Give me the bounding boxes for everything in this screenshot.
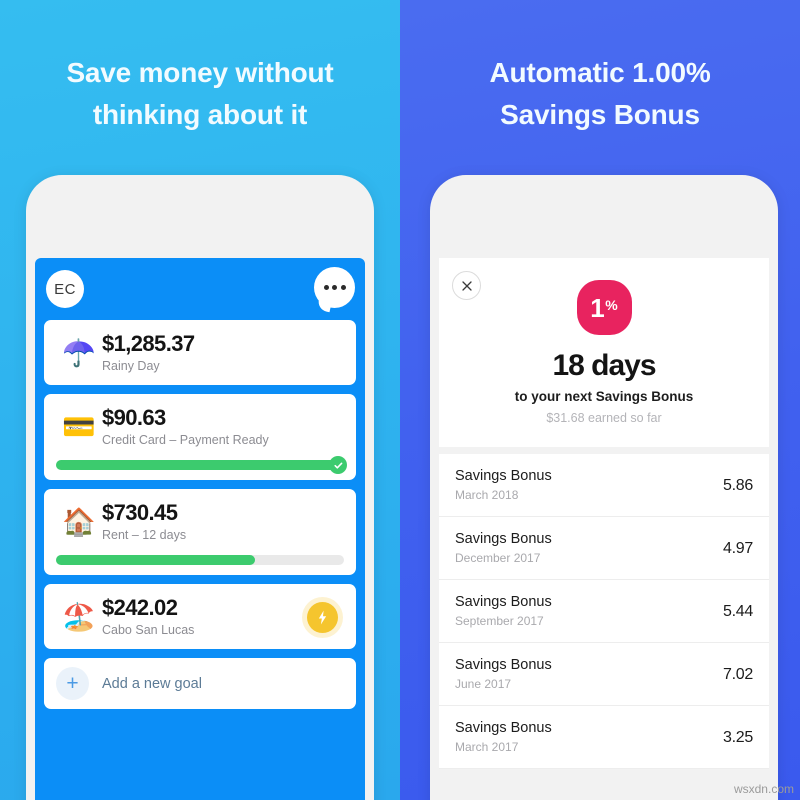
check-circle-icon [329, 456, 347, 474]
umbrella-with-rain-drops-icon: ☂️ [62, 337, 96, 368]
plus-icon: + [56, 667, 89, 700]
left-headline: Save money without thinking about it [0, 52, 400, 136]
dot-1 [323, 285, 329, 290]
list-item[interactable]: Savings Bonus December 2017 4.97 [439, 517, 769, 580]
list-item-title: Savings Bonus [455, 468, 552, 484]
avatar-initials: EC [54, 280, 76, 298]
goal-amount: $730.45 [102, 500, 178, 525]
list-item-title: Savings Bonus [455, 657, 552, 673]
goal-text: $1,285.37 Rainy Day [102, 331, 344, 375]
goal-card[interactable]: ☂️ $1,285.37 Rainy Day [44, 320, 356, 385]
add-new-goal-button[interactable]: + Add a new goal [44, 658, 356, 709]
dot-3 [340, 285, 346, 290]
list-item-date: September 2017 [455, 614, 544, 628]
goal-progress-fill [56, 555, 255, 565]
right-headline: Automatic 1.00% Savings Bonus [400, 52, 800, 136]
goals-app-screen: EC ☂️ $1,285.37 Rainy Day 💳 $90.63 Credi… [35, 258, 365, 800]
goal-amount: $1,285.37 [102, 331, 195, 356]
goal-label: Rent – 12 days [102, 528, 187, 542]
list-item-date: March 2018 [455, 488, 519, 502]
goal-row: 🏠 $730.45 Rent – 12 days [56, 500, 344, 544]
goal-row: 🏖️ $242.02 Cabo San Lucas [56, 595, 344, 639]
goal-amount: $90.63 [102, 405, 166, 430]
goal-list: ☂️ $1,285.37 Rainy Day 💳 $90.63 Credit C… [35, 320, 365, 709]
goal-card[interactable]: 🏠 $730.45 Rent – 12 days [44, 489, 356, 575]
list-item-text: Savings Bonus December 2017 [455, 530, 723, 567]
list-item-value: 5.44 [723, 602, 753, 620]
lightning-bolt-icon[interactable] [307, 601, 338, 633]
percent-badge: 1 % [576, 280, 632, 335]
beach-with-umbrella-icon: 🏖️ [62, 601, 96, 632]
list-item[interactable]: Savings Bonus June 2017 7.02 [439, 643, 769, 706]
left-headline-line1: Save money without [66, 57, 334, 88]
list-item-title: Savings Bonus [455, 531, 552, 547]
goal-text: $90.63 Credit Card – Payment Ready [102, 405, 344, 449]
savings-bonus-screen: 1 % 18 days to your next Savings Bonus $… [439, 258, 769, 800]
goal-text: $242.02 Cabo San Lucas [102, 595, 307, 639]
goal-amount: $242.02 [102, 595, 178, 620]
right-headline-line2: Savings Bonus [500, 99, 700, 130]
percent-badge-number: 1 [590, 292, 605, 323]
goal-progress-fill [56, 456, 347, 474]
goal-label: Rainy Day [102, 359, 160, 373]
app-store-screenshot-pair: Save money without thinking about it EC [0, 0, 800, 800]
list-item[interactable]: Savings Bonus September 2017 5.44 [439, 580, 769, 643]
list-item-value: 7.02 [723, 665, 753, 683]
savings-bonus-hero: 1 % 18 days to your next Savings Bonus $… [439, 258, 769, 447]
list-item-title: Savings Bonus [455, 720, 552, 736]
goal-card[interactable]: 💳 $90.63 Credit Card – Payment Ready [44, 394, 356, 480]
chat-bubble-icon[interactable] [314, 267, 355, 308]
list-item-date: June 2017 [455, 677, 512, 691]
list-item-text: Savings Bonus September 2017 [455, 593, 723, 630]
list-item-value: 3.25 [723, 728, 753, 746]
earned-so-far-text: $31.68 earned so far [546, 411, 662, 425]
phone-mockup-left: EC ☂️ $1,285.37 Rainy Day 💳 $90.63 Credi… [26, 175, 374, 800]
phone-mockup-right: 1 % 18 days to your next Savings Bonus $… [430, 175, 778, 800]
list-item-date: March 2017 [455, 740, 519, 754]
days-remaining-headline: 18 days [552, 349, 656, 382]
list-item[interactable]: Savings Bonus March 2018 5.86 [439, 454, 769, 517]
list-item-value: 5.86 [723, 476, 753, 494]
list-item[interactable]: Savings Bonus March 2017 3.25 [439, 706, 769, 769]
goal-row: ☂️ $1,285.37 Rainy Day [56, 331, 344, 375]
savings-bonus-list: Savings Bonus March 2018 5.86 Savings Bo… [439, 454, 769, 769]
close-icon[interactable] [452, 271, 481, 300]
list-item-title: Savings Bonus [455, 594, 552, 610]
panel-left: Save money without thinking about it EC [0, 0, 400, 800]
goal-progress-bar [56, 555, 344, 565]
avatar[interactable]: EC [46, 270, 84, 308]
watermark: wsxdn.com [733, 782, 794, 796]
house-icon: 🏠 [62, 506, 96, 537]
dot-2 [332, 285, 337, 290]
right-headline-line1: Automatic 1.00% [489, 57, 711, 88]
list-item-text: Savings Bonus March 2018 [455, 467, 723, 504]
percent-badge-symbol: % [605, 296, 618, 313]
list-item-text: Savings Bonus June 2017 [455, 656, 723, 693]
goal-card[interactable]: 🏖️ $242.02 Cabo San Lucas [44, 584, 356, 649]
goal-label: Credit Card – Payment Ready [102, 433, 269, 447]
credit-card-icon: 💳 [62, 411, 96, 442]
goal-text: $730.45 Rent – 12 days [102, 500, 344, 544]
list-item-date: December 2017 [455, 551, 541, 565]
goal-row: 💳 $90.63 Credit Card – Payment Ready [56, 405, 344, 449]
days-remaining-subtitle: to your next Savings Bonus [514, 389, 694, 404]
goal-label: Cabo San Lucas [102, 623, 195, 637]
add-new-goal-label: Add a new goal [102, 675, 202, 692]
panel-right: Automatic 1.00% Savings Bonus 1 % 18 day… [400, 0, 800, 800]
list-item-value: 4.97 [723, 539, 753, 557]
goal-progress-bar [56, 456, 347, 474]
list-item-text: Savings Bonus March 2017 [455, 719, 723, 756]
left-headline-line2: thinking about it [92, 99, 308, 130]
app-top-bar: EC [35, 258, 365, 320]
